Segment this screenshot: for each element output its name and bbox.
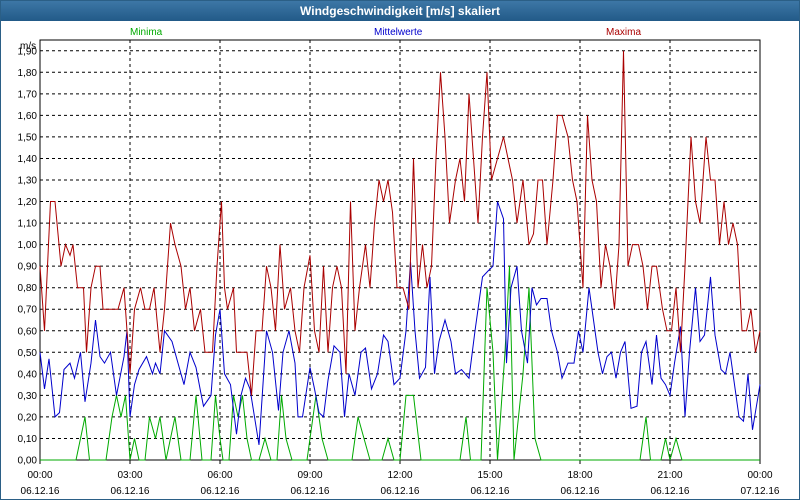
x-tick-time-label: 15:00: [477, 470, 502, 481]
wind-speed-chart: m/s Minima Mittelwerte Maxima 0,000,100,…: [18, 27, 780, 497]
y-tick-label: 1,80: [18, 68, 38, 79]
x-tick-time-label: 09:00: [297, 470, 322, 481]
y-tick-label: 1,10: [18, 219, 38, 230]
y-tick-label: 1,00: [18, 240, 38, 251]
y-tick-label: 0,50: [18, 348, 38, 359]
y-tick-label: 0,80: [18, 283, 38, 294]
x-tick-date-label: 06.12.16: [291, 486, 330, 497]
x-tick-time-label: 12:00: [387, 470, 412, 481]
y-tick-label: 0,20: [18, 412, 38, 423]
x-tick-time-label: 00:00: [27, 470, 52, 481]
y-tick-label: 1,30: [18, 176, 38, 187]
x-tick-time-label: 00:00: [747, 470, 772, 481]
y-tick-label: 0,70: [18, 305, 38, 316]
x-tick-date-label: 06.12.16: [651, 486, 690, 497]
y-tick-label: 1,20: [18, 197, 38, 208]
y-tick-label: 1,60: [18, 111, 38, 122]
x-tick-time-label: 06:00: [207, 470, 232, 481]
legend-mittelwerte: Mittelwerte: [374, 27, 423, 38]
y-tick-label: 0,40: [18, 369, 38, 380]
x-tick-date-label: 06.12.16: [201, 486, 240, 497]
y-tick-label: 0,30: [18, 391, 38, 402]
x-tick-time-label: 03:00: [117, 470, 142, 481]
x-tick-date-label: 06.12.16: [471, 486, 510, 497]
legend-maxima: Maxima: [606, 27, 641, 38]
x-tick-time-label: 21:00: [657, 470, 682, 481]
y-tick-label: 0,90: [18, 262, 38, 273]
x-tick-date-label: 06.12.16: [111, 486, 150, 497]
y-tick-label: 0,10: [18, 434, 38, 445]
y-tick-label: 0,60: [18, 326, 38, 337]
x-tick-date-label: 07.12.16: [741, 486, 780, 497]
x-tick-time-label: 18:00: [567, 470, 592, 481]
y-tick-label: 1,40: [18, 154, 38, 165]
legend-minima: Minima: [130, 27, 163, 38]
y-tick-label: 0,00: [18, 456, 38, 467]
y-tick-label: 1,90: [18, 46, 38, 57]
x-tick-date-label: 06.12.16: [561, 486, 600, 497]
x-tick-date-label: 06.12.16: [381, 486, 420, 497]
y-tick-label: 1,50: [18, 132, 38, 143]
y-tick-label: 1,70: [18, 89, 38, 100]
x-tick-date-label: 06.12.16: [21, 486, 60, 497]
